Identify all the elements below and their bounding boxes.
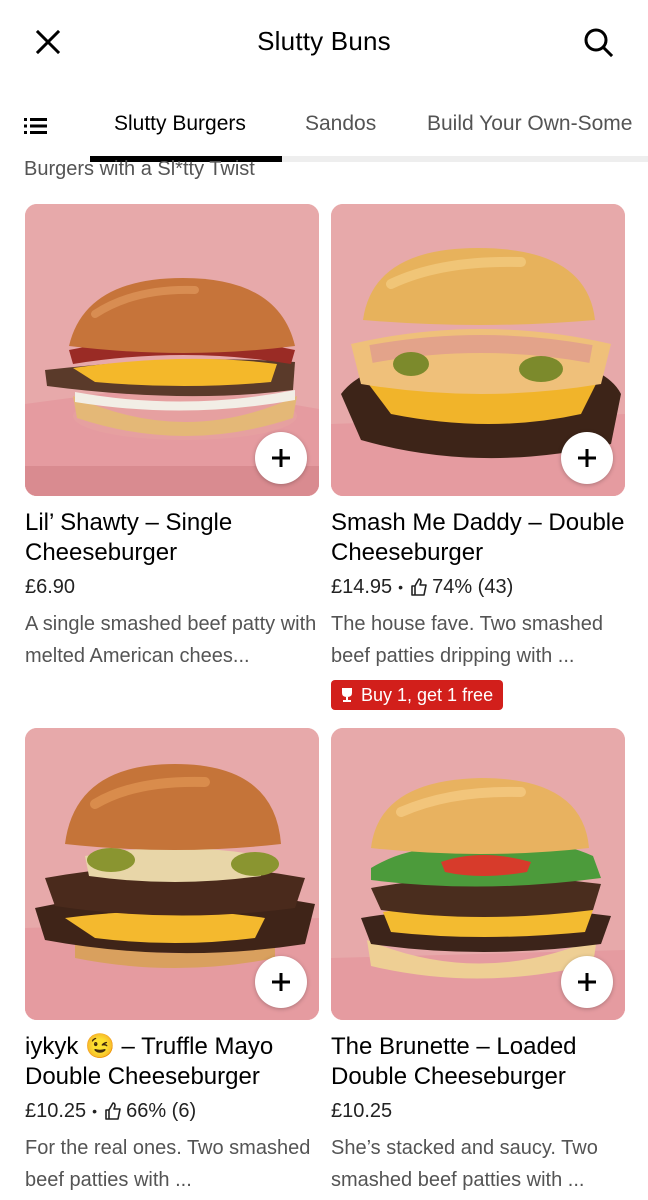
item-price: £14.95 bbox=[331, 576, 393, 598]
menu-item-card[interactable]: iykyk 😉 – Truffle Mayo Double Cheeseburg… bbox=[25, 728, 319, 1196]
item-name: iykyk 😉 – Truffle Mayo Double Cheeseburg… bbox=[25, 1033, 274, 1090]
section-subtitle: Burgers with a Sl*tty Twist bbox=[24, 158, 255, 180]
burger-image bbox=[331, 728, 625, 1020]
trophy-icon bbox=[342, 688, 352, 702]
thumbs-up-icon bbox=[411, 578, 427, 596]
list-menu-icon[interactable] bbox=[22, 112, 50, 140]
add-to-cart-button[interactable] bbox=[255, 432, 307, 484]
search-icon[interactable] bbox=[578, 22, 620, 64]
thumbs-up-icon bbox=[105, 1102, 121, 1120]
separator-dot: • bbox=[92, 1103, 98, 1119]
item-price: £10.25 bbox=[25, 1100, 87, 1122]
menu-item-card[interactable]: The Brunette – Loaded Double Cheeseburge… bbox=[331, 728, 625, 1196]
item-rating: 74% (43) bbox=[432, 576, 514, 598]
add-to-cart-button[interactable] bbox=[561, 432, 613, 484]
add-to-cart-button[interactable] bbox=[255, 956, 307, 1008]
burger-image bbox=[25, 204, 319, 496]
add-to-cart-button[interactable] bbox=[561, 956, 613, 1008]
tab-slutty-burgers[interactable]: Slutty Burgers bbox=[114, 112, 246, 136]
promo-badge: Buy 1, get 1 free bbox=[331, 680, 504, 710]
burger-image bbox=[25, 728, 319, 1020]
plus-icon bbox=[272, 449, 290, 467]
item-description: She’s stacked and saucy. Two smashed bee… bbox=[331, 1137, 598, 1191]
menu-item-card[interactable]: Smash Me Daddy – Double Cheeseburger £14… bbox=[331, 204, 625, 710]
plus-icon bbox=[272, 973, 290, 991]
separator-dot: • bbox=[398, 579, 404, 595]
item-price: £6.90 bbox=[25, 576, 76, 598]
item-price: £10.25 bbox=[331, 1100, 393, 1122]
item-name: Smash Me Daddy – Double Cheeseburger bbox=[331, 509, 625, 566]
item-rating: 66% (6) bbox=[126, 1100, 197, 1122]
plus-icon bbox=[578, 449, 596, 467]
item-meta: £14.95 • 74% (43) bbox=[331, 574, 625, 600]
item-name: The Brunette – Loaded Double Cheeseburge… bbox=[331, 1033, 577, 1090]
store-title: Slutty Buns bbox=[257, 26, 391, 56]
tab-build-your-own[interactable]: Build Your Own-Some bbox=[427, 112, 632, 136]
burger-image bbox=[331, 204, 625, 496]
item-meta: £10.25 • 66% (6) bbox=[25, 1098, 319, 1124]
menu-item-card[interactable]: Lil’ Shawty – Single Cheeseburger £6.90 … bbox=[25, 204, 319, 672]
top-bar: Slutty Buns bbox=[0, 0, 648, 84]
tab-sandos[interactable]: Sandos bbox=[305, 112, 376, 136]
item-description: For the real ones. Two smashed beef patt… bbox=[25, 1137, 311, 1191]
category-tabs: Slutty Burgers Sandos Build Your Own-Som… bbox=[0, 100, 648, 164]
item-description: A single smashed beef patty with melted … bbox=[25, 613, 317, 667]
item-name: Lil’ Shawty – Single Cheeseburger bbox=[25, 509, 233, 566]
plus-icon bbox=[578, 973, 596, 991]
item-meta: £10.25 bbox=[331, 1098, 625, 1124]
item-description: The house fave. Two smashed beef patties… bbox=[331, 613, 604, 667]
item-meta: £6.90 bbox=[25, 574, 319, 600]
